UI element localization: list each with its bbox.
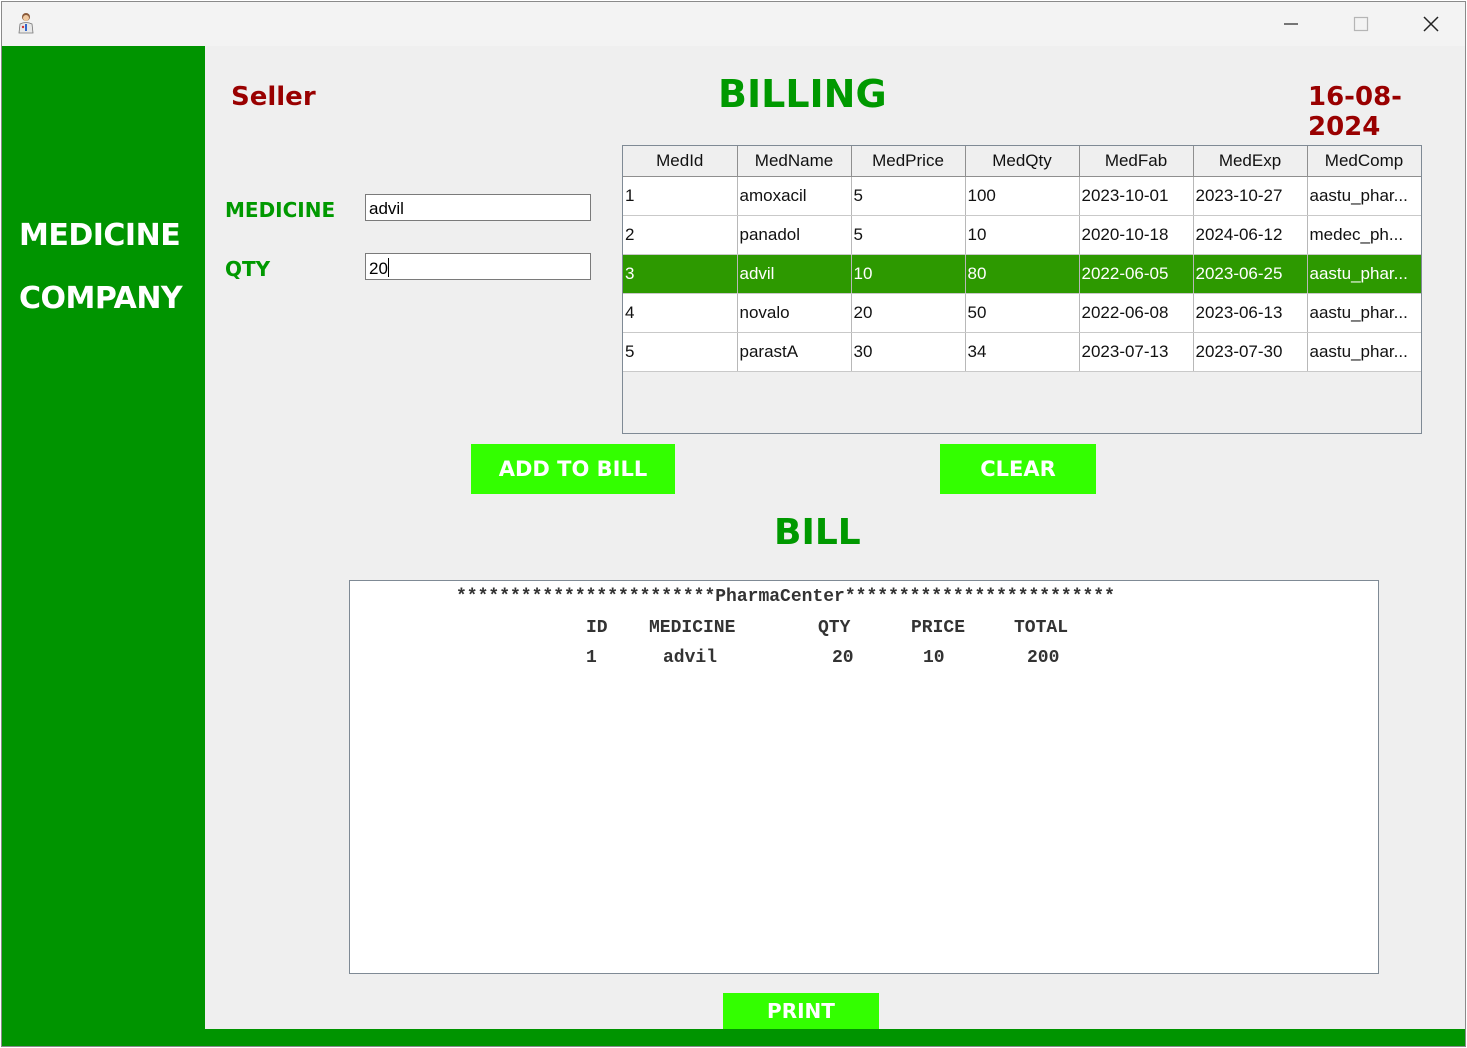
table-cell[interactable]: 2023-10-27: [1193, 176, 1308, 216]
close-button[interactable]: [1396, 2, 1465, 46]
bill-header-id: ID: [586, 618, 608, 638]
table-cell[interactable]: 2023-06-13: [1193, 293, 1308, 333]
company-name-line1: MEDICINE: [19, 218, 181, 253]
table-cell[interactable]: 80: [965, 254, 1080, 294]
bill-text-area[interactable]: ************************PharmaCenter****…: [349, 580, 1379, 974]
bill-line-qty: 20: [832, 648, 854, 668]
table-cell[interactable]: 2024-06-12: [1193, 215, 1308, 255]
bill-line-medicine: advil: [663, 648, 718, 668]
table-cell[interactable]: medec_ph...: [1307, 215, 1421, 255]
company-name-line2: COMPANY: [19, 281, 183, 316]
col-header-medcomp[interactable]: MedComp: [1307, 146, 1421, 177]
bill-header-medicine: MEDICINE: [649, 618, 736, 638]
col-header-medfab[interactable]: MedFab: [1079, 146, 1194, 177]
bill-line-price: 10: [923, 648, 945, 668]
table-cell[interactable]: aastu_phar...: [1307, 293, 1421, 333]
table-cell[interactable]: aastu_phar...: [1307, 332, 1421, 372]
table-row-selected[interactable]: 3 advil 10 80 2022-06-05 2023-06-25 aast…: [623, 254, 1421, 294]
qty-label: QTY: [225, 257, 271, 281]
app-doctor-icon: [18, 13, 34, 34]
table-cell[interactable]: 2023-07-13: [1079, 332, 1194, 372]
table-cell[interactable]: 3: [623, 254, 738, 294]
table-cell[interactable]: novalo: [737, 293, 852, 333]
bill-header-total: TOTAL: [1014, 618, 1069, 638]
page-title: BILLING: [718, 72, 887, 116]
bill-header-qty: QTY: [818, 618, 851, 638]
medicine-input[interactable]: advil: [365, 194, 591, 221]
date-label: 16-08-2024: [1308, 82, 1402, 142]
table-cell[interactable]: 2020-10-18: [1079, 215, 1194, 255]
col-header-medprice[interactable]: MedPrice: [851, 146, 966, 177]
bill-line-total: 200: [1027, 648, 1060, 668]
table-cell[interactable]: 2: [623, 215, 738, 255]
col-header-medid[interactable]: MedId: [623, 146, 738, 177]
table-cell[interactable]: 20: [851, 293, 966, 333]
bill-title: BILL: [774, 512, 861, 553]
bottom-bar: [205, 1029, 1465, 1046]
col-header-medexp[interactable]: MedExp: [1193, 146, 1308, 177]
maximize-icon: [1353, 16, 1369, 32]
table-cell[interactable]: 50: [965, 293, 1080, 333]
table-cell[interactable]: 2023-06-25: [1193, 254, 1308, 294]
medicine-input-value: advil: [369, 199, 404, 218]
table-cell[interactable]: 1: [623, 176, 738, 216]
table-cell[interactable]: aastu_phar...: [1307, 176, 1421, 216]
table-cell[interactable]: 30: [851, 332, 966, 372]
minimize-icon: [1284, 23, 1298, 25]
table-cell[interactable]: 10: [965, 215, 1080, 255]
maximize-button[interactable]: [1326, 2, 1396, 46]
table-row[interactable]: 5 parastA 30 34 2023-07-13 2023-07-30 aa…: [623, 332, 1421, 372]
print-button[interactable]: PRINT: [723, 993, 879, 1029]
title-bar: [2, 2, 1465, 46]
bill-line-id: 1: [586, 648, 597, 668]
table-cell[interactable]: 10: [851, 254, 966, 294]
table-cell[interactable]: 2022-06-08: [1079, 293, 1194, 333]
table-cell[interactable]: 2023-07-30: [1193, 332, 1308, 372]
col-header-medname[interactable]: MedName: [737, 146, 852, 177]
table-cell[interactable]: 4: [623, 293, 738, 333]
table-cell[interactable]: panadol: [737, 215, 852, 255]
table-header-row: MedId MedName MedPrice MedQty MedFab Med…: [623, 146, 1421, 177]
table-cell[interactable]: 34: [965, 332, 1080, 372]
clear-button[interactable]: CLEAR: [940, 444, 1096, 494]
table-cell[interactable]: parastA: [737, 332, 852, 372]
table-cell[interactable]: advil: [737, 254, 852, 294]
table-row[interactable]: 4 novalo 20 50 2022-06-08 2023-06-13 aas…: [623, 293, 1421, 333]
table-cell[interactable]: amoxacil: [737, 176, 852, 216]
table-cell[interactable]: 2023-10-01: [1079, 176, 1194, 216]
medicine-label: MEDICINE: [225, 198, 336, 222]
close-icon: [1423, 16, 1439, 32]
seller-label: Seller: [231, 82, 316, 112]
app-window: MEDICINE COMPANY Seller BILLING 16-08-20…: [1, 1, 1466, 1047]
qty-input[interactable]: 20: [365, 253, 591, 280]
table-cell[interactable]: 5: [851, 215, 966, 255]
text-caret: [387, 258, 389, 277]
table-row[interactable]: 1 amoxacil 5 100 2023-10-01 2023-10-27 a…: [623, 176, 1421, 216]
table-cell[interactable]: 2022-06-05: [1079, 254, 1194, 294]
qty-input-value: 20: [369, 259, 388, 278]
table-row[interactable]: 2 panadol 5 10 2020-10-18 2024-06-12 med…: [623, 215, 1421, 255]
add-to-bill-button[interactable]: ADD TO BILL: [471, 444, 675, 494]
sidebar: MEDICINE COMPANY: [2, 46, 205, 1046]
table-cell[interactable]: 100: [965, 176, 1080, 216]
bill-header-price: PRICE: [911, 618, 966, 638]
table-cell[interactable]: 5: [851, 176, 966, 216]
minimize-button[interactable]: [1256, 2, 1326, 46]
medicine-table[interactable]: MedId MedName MedPrice MedQty MedFab Med…: [622, 145, 1422, 434]
bill-banner: ************************PharmaCenter****…: [456, 587, 1115, 607]
col-header-medqty[interactable]: MedQty: [965, 146, 1080, 177]
table-cell[interactable]: 5: [623, 332, 738, 372]
table-cell[interactable]: aastu_phar...: [1307, 254, 1421, 294]
